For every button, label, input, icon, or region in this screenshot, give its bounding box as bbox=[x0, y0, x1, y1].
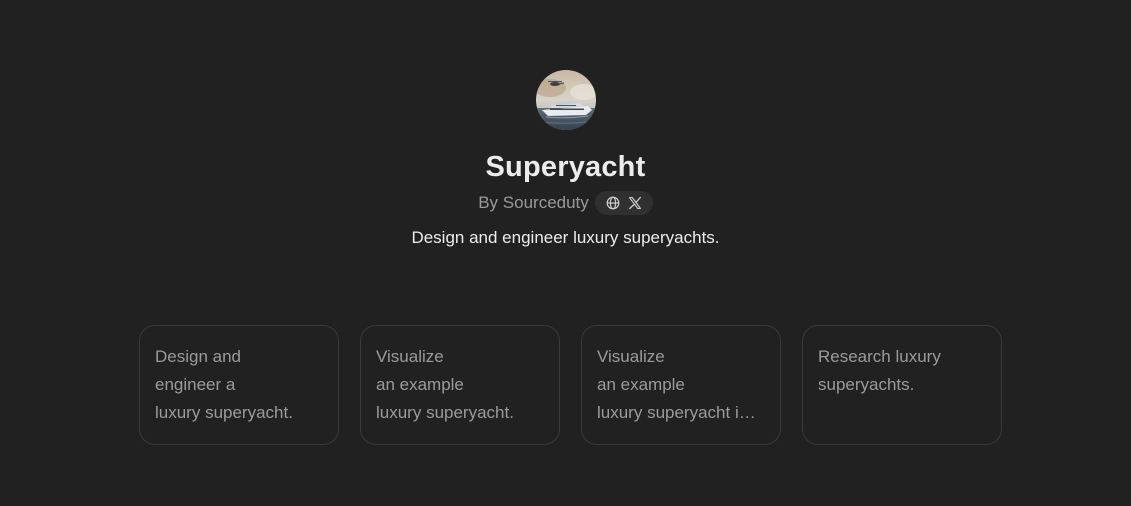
author-links bbox=[594, 191, 653, 215]
gpt-description: Design and engineer luxury superyachts. bbox=[411, 228, 720, 247]
superyacht-avatar-image bbox=[535, 70, 596, 130]
gpt-landing-page: Superyacht By Sourceduty Design and engi… bbox=[0, 0, 1131, 506]
starter-card-text: Research luxury superyachts. bbox=[818, 347, 941, 394]
gpt-byline: By Sourceduty bbox=[478, 190, 653, 216]
starter-card-research[interactable]: Research luxury superyachts. bbox=[802, 325, 1002, 445]
starter-card-text: Visualize an example luxury superyacht. bbox=[376, 347, 514, 422]
gpt-header: Superyacht By Sourceduty Design and engi… bbox=[0, 70, 1131, 250]
author-name: By Sourceduty bbox=[478, 193, 589, 212]
starter-card-visualize-motion[interactable]: Visualize an example luxury superyacht i… bbox=[581, 325, 781, 445]
conversation-starters: Design and engineer a luxury superyacht.… bbox=[139, 325, 1002, 445]
globe-icon[interactable] bbox=[605, 195, 621, 211]
x-logo-icon[interactable] bbox=[627, 195, 643, 211]
gpt-avatar bbox=[535, 70, 596, 130]
starter-card-text: Design and engineer a luxury superyacht. bbox=[155, 347, 293, 422]
gpt-title: Superyacht bbox=[485, 151, 646, 183]
starter-card-visualize[interactable]: Visualize an example luxury superyacht. bbox=[360, 325, 560, 445]
starter-card-text: Visualize an example luxury superyacht i… bbox=[597, 347, 749, 422]
starter-card-design[interactable]: Design and engineer a luxury superyacht. bbox=[139, 325, 339, 445]
